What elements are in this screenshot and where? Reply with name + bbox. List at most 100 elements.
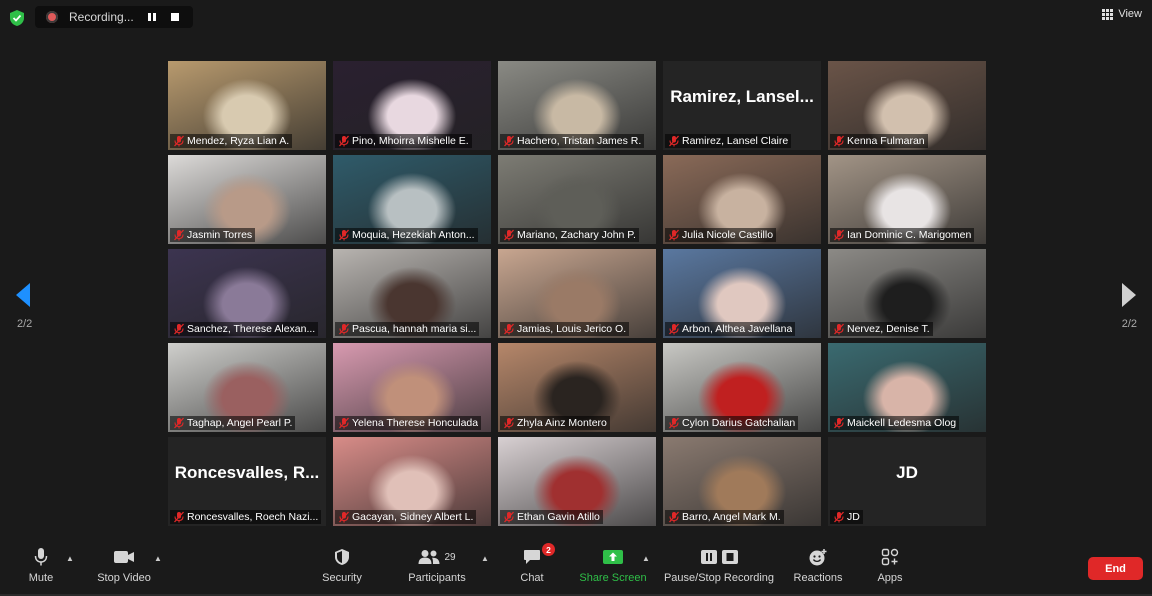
participant-tile[interactable]: Mariano, Zachary John P. xyxy=(498,155,656,244)
participant-name-bar: Hachero, Tristan James R. xyxy=(500,134,645,148)
view-button[interactable]: View xyxy=(1102,8,1142,20)
participant-name: Pino, Mhoirra Mishelle E. xyxy=(352,135,469,147)
participant-tile[interactable]: Julia Nicole Castillo xyxy=(663,155,821,244)
mute-label: Mute xyxy=(28,572,54,584)
recording-dot-icon xyxy=(46,11,58,23)
reactions-button[interactable]: Reactions xyxy=(790,542,846,596)
video-camera-icon xyxy=(114,551,134,563)
participant-name: JD xyxy=(847,511,860,523)
muted-microphone-icon xyxy=(834,511,844,523)
stop-video-label: Stop Video xyxy=(97,572,151,584)
chat-button[interactable]: 2 Chat xyxy=(516,542,555,596)
security-button[interactable]: Security xyxy=(320,542,364,596)
participant-tile[interactable]: Zhyla Ainz Montero xyxy=(498,343,656,432)
participant-tile[interactable]: Moquia, Hezekiah Anton... xyxy=(333,155,491,244)
grid-icon xyxy=(1102,8,1114,20)
stop-recording-button[interactable] xyxy=(165,8,185,26)
participant-name: Ian Dominic C. Marigomen xyxy=(847,229,972,241)
participant-name-bar: Pino, Mhoirra Mishelle E. xyxy=(335,134,472,148)
muted-microphone-icon xyxy=(834,323,844,335)
participants-options-chevron-icon[interactable]: ▲ xyxy=(481,554,489,563)
participant-tile[interactable]: Hachero, Tristan James R. xyxy=(498,61,656,150)
share-screen-label: Share Screen xyxy=(579,572,647,584)
participant-name-bar: Jasmin Torres xyxy=(170,228,256,242)
share-options-chevron-icon[interactable]: ▲ xyxy=(642,554,650,563)
apps-button[interactable]: Apps xyxy=(872,542,908,596)
share-screen-button[interactable]: Share Screen xyxy=(578,542,648,596)
participant-tile[interactable]: Pascua, hannah maria si... xyxy=(333,249,491,338)
participant-tile[interactable]: Cylon Darius Gatchalian xyxy=(663,343,821,432)
participant-tile[interactable]: Taghap, Angel Pearl P. xyxy=(168,343,326,432)
muted-microphone-icon xyxy=(504,511,514,523)
muted-microphone-icon xyxy=(669,323,679,335)
meeting-toolbar: Mute ▲ Stop Video ▲ Security 29 Particip… xyxy=(0,542,1152,596)
participant-tile[interactable]: Barro, Angel Mark M. xyxy=(663,437,821,526)
mute-button[interactable]: Mute xyxy=(18,542,64,596)
participant-tile[interactable]: Nervez, Denise T. xyxy=(828,249,986,338)
video-options-chevron-icon[interactable]: ▲ xyxy=(154,554,162,563)
participant-tile[interactable]: Pino, Mhoirra Mishelle E. xyxy=(333,61,491,150)
participants-count: 29 xyxy=(444,551,456,563)
participant-name-bar: Yelena Therese Honculada xyxy=(335,416,482,430)
participant-name: Nervez, Denise T. xyxy=(847,323,930,335)
participant-name-bar: Mariano, Zachary John P. xyxy=(500,228,639,242)
participant-name: Gacayan, Sidney Albert L. xyxy=(352,511,474,523)
page-indicator-right: 2/2 xyxy=(1121,318,1137,330)
reactions-emoji-icon xyxy=(809,549,827,566)
participants-label: Participants xyxy=(408,572,466,584)
participant-tile[interactable]: Maickell Ledesma Olog xyxy=(828,343,986,432)
view-label: View xyxy=(1118,8,1142,20)
participant-tile[interactable]: Ian Dominic C. Marigomen xyxy=(828,155,986,244)
participant-tile[interactable]: Roncesvalles, R... Roncesvalles, Roech Na… xyxy=(168,437,326,526)
next-page-arrow-icon[interactable] xyxy=(1120,282,1138,308)
end-meeting-button[interactable]: End xyxy=(1088,557,1143,580)
audio-options-chevron-icon[interactable]: ▲ xyxy=(66,554,74,563)
participant-tile[interactable]: Kenna Fulmaran xyxy=(828,61,986,150)
pause-icon xyxy=(148,13,156,21)
previous-page-arrow-icon[interactable] xyxy=(14,282,32,308)
participant-name: Yelena Therese Honculada xyxy=(352,417,479,429)
participant-tile[interactable]: Yelena Therese Honculada xyxy=(333,343,491,432)
encryption-shield-icon[interactable] xyxy=(9,9,25,27)
participant-name-bar: Ian Dominic C. Marigomen xyxy=(830,228,975,242)
stop-video-button[interactable]: Stop Video xyxy=(92,542,156,596)
participant-tile[interactable]: Gacayan, Sidney Albert L. xyxy=(333,437,491,526)
participant-tile[interactable]: Ethan Gavin Atillo xyxy=(498,437,656,526)
participant-name-bar: JD xyxy=(830,510,863,524)
participant-tile[interactable]: Arbon, Althea Javellana xyxy=(663,249,821,338)
muted-microphone-icon xyxy=(669,135,679,147)
participants-button[interactable]: 29 Participants xyxy=(404,542,470,596)
muted-microphone-icon xyxy=(669,417,679,429)
stop-recording-icon xyxy=(721,550,738,564)
participant-display-name: JD xyxy=(896,463,918,482)
participant-name-bar: Sanchez, Therese Alexan... xyxy=(170,322,319,336)
security-label: Security xyxy=(322,572,362,584)
pause-stop-recording-label: Pause/Stop Recording xyxy=(663,572,775,584)
chat-bubble-icon xyxy=(524,550,540,564)
muted-microphone-icon xyxy=(339,511,349,523)
page-indicator-left: 2/2 xyxy=(17,318,33,330)
muted-microphone-icon xyxy=(834,417,844,429)
pause-recording-button[interactable] xyxy=(142,8,162,26)
muted-microphone-icon xyxy=(504,135,514,147)
participant-name-bar: Ethan Gavin Atillo xyxy=(500,510,603,524)
participant-display-name: Ramirez, Lansel... xyxy=(670,87,814,106)
participant-name-bar: Roncesvalles, Roech Nazi... xyxy=(170,510,322,524)
participant-tile[interactable]: JD JD xyxy=(828,437,986,526)
muted-microphone-icon xyxy=(174,229,184,241)
participant-name: Ramirez, Lansel Claire xyxy=(682,135,789,147)
participant-tile[interactable]: Sanchez, Therese Alexan... xyxy=(168,249,326,338)
participant-tile[interactable]: Mendez, Ryza Lian A. xyxy=(168,61,326,150)
participant-name: Barro, Angel Mark M. xyxy=(682,511,781,523)
participant-name-bar: Gacayan, Sidney Albert L. xyxy=(335,510,477,524)
participant-tile[interactable]: Jasmin Torres xyxy=(168,155,326,244)
participant-name-bar: Nervez, Denise T. xyxy=(830,322,933,336)
participant-tile[interactable]: Ramirez, Lansel... Ramirez, Lansel Claire xyxy=(663,61,821,150)
participant-tile[interactable]: Jamias, Louis Jerico O. xyxy=(498,249,656,338)
security-shield-icon xyxy=(335,549,349,565)
apps-icon xyxy=(881,548,899,566)
participant-name: Moquia, Hezekiah Anton... xyxy=(352,229,475,241)
share-screen-arrow-icon xyxy=(603,550,623,564)
pause-stop-recording-button[interactable]: Pause/Stop Recording xyxy=(662,542,776,596)
participant-name: Roncesvalles, Roech Nazi... xyxy=(187,511,319,523)
